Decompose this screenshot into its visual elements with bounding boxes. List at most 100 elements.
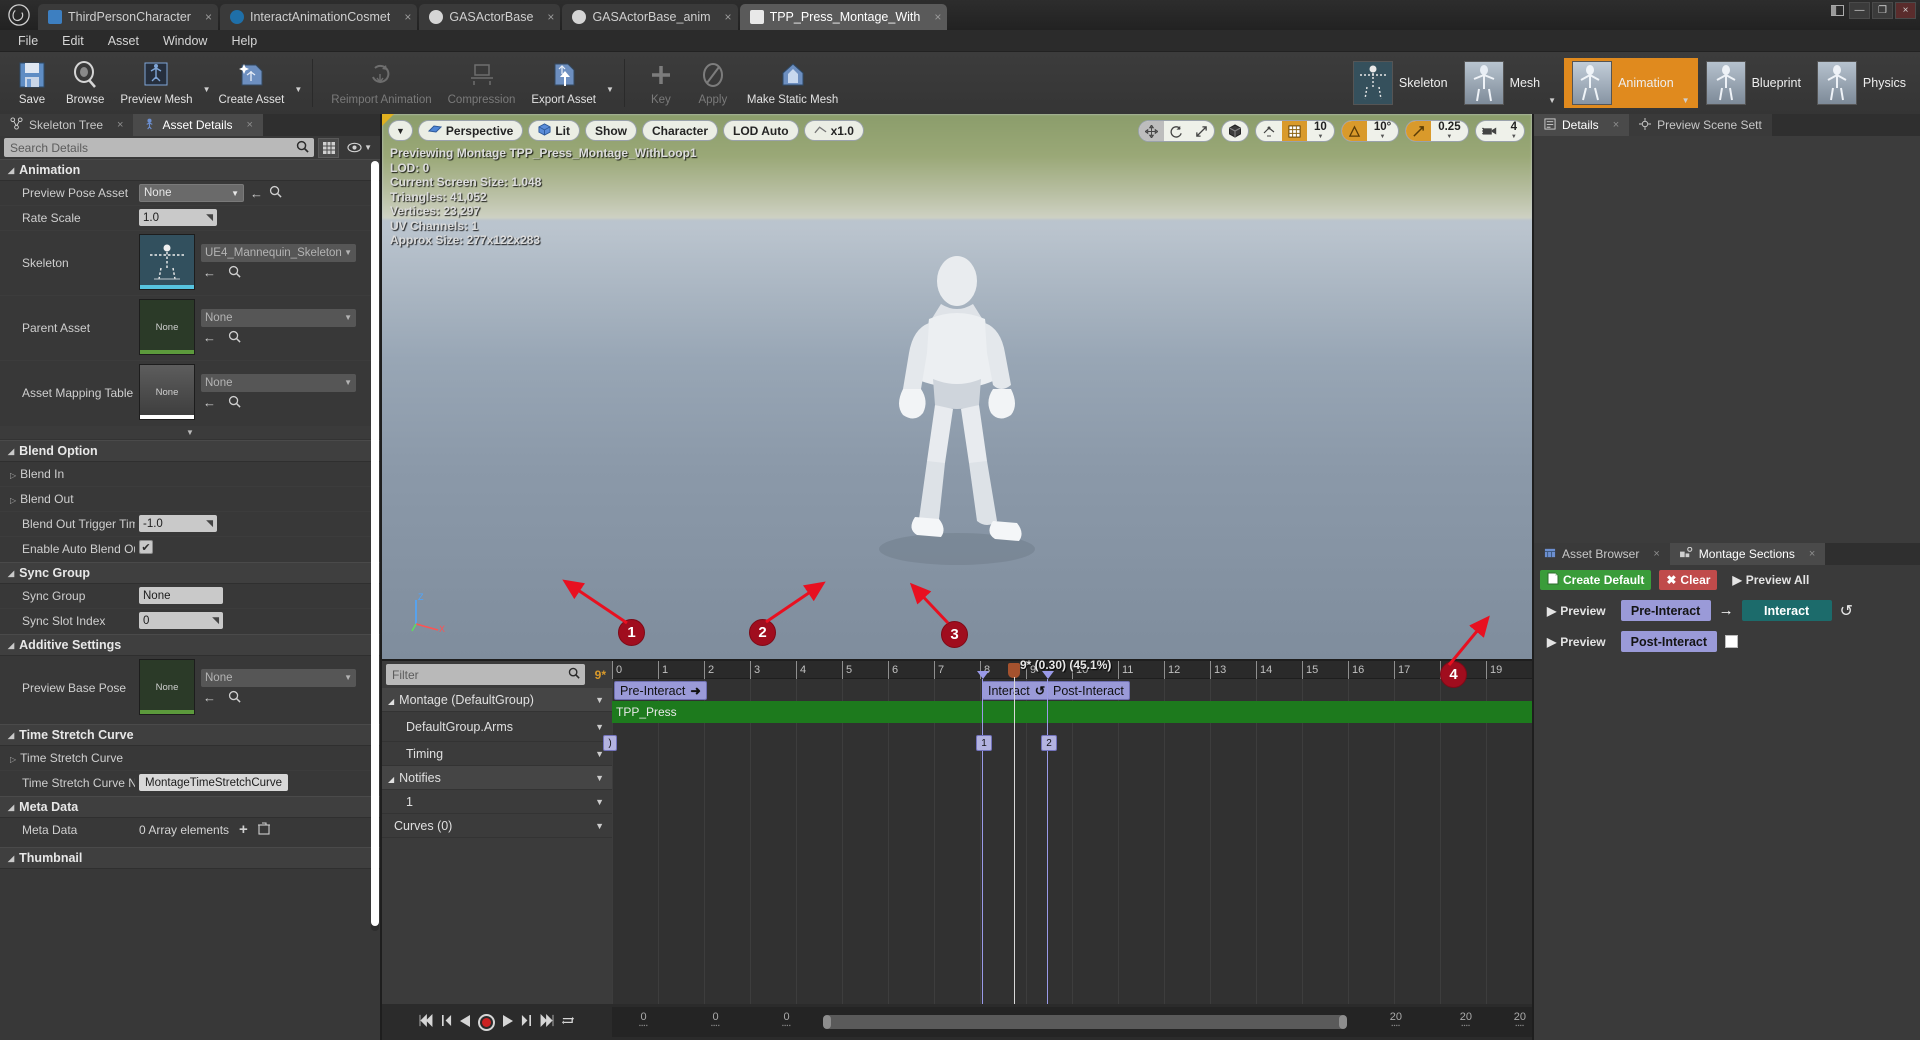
browse-search-icon[interactable] xyxy=(228,690,241,706)
rate-scale-input[interactable]: 1.0 ◥ xyxy=(139,209,217,226)
category-additive-settings[interactable]: ◢ Additive Settings xyxy=(0,634,380,656)
preview-viewport[interactable]: ▼ Perspective Lit Show Character LOD Aut… xyxy=(382,114,1532,659)
layout-icon[interactable] xyxy=(1827,2,1847,19)
close-icon[interactable]: × xyxy=(404,10,411,24)
mode-physics[interactable]: Physics xyxy=(1809,58,1914,108)
angle-snap-value[interactable]: 10° ▼ xyxy=(1367,121,1398,141)
asset-mapping-table-ref[interactable]: None ▼ xyxy=(201,373,356,392)
track-curves[interactable]: Curves (0) ▼ xyxy=(382,814,612,838)
right-details-body[interactable] xyxy=(1534,136,1920,556)
viewport-lit-button[interactable]: Lit xyxy=(528,120,580,141)
mode-blueprint[interactable]: Blueprint xyxy=(1698,58,1809,108)
timeline-filter-input[interactable]: Filter xyxy=(386,664,585,685)
category-blend-option[interactable]: ◢ Blend Option xyxy=(0,440,380,462)
world-space-icon[interactable] xyxy=(1222,121,1248,141)
display-options-button[interactable] xyxy=(318,137,340,158)
visibility-filter-button[interactable]: ▼ xyxy=(343,142,376,153)
section-marker-head[interactable] xyxy=(977,671,989,679)
chevron-down-icon[interactable]: ▼ xyxy=(294,85,302,114)
close-icon[interactable]: × xyxy=(725,10,732,24)
viewport-perspective-button[interactable]: Perspective xyxy=(417,120,524,141)
reimport-animation-button[interactable]: Reimport Animation xyxy=(323,54,439,112)
chevron-down-icon[interactable]: ▼ xyxy=(1682,96,1690,105)
montage-section-tag-pre-interact[interactable]: Pre-Interact ➜ xyxy=(614,681,707,700)
chevron-down-icon[interactable]: ▼ xyxy=(203,85,211,114)
tab-asset-browser[interactable]: Asset Browser × xyxy=(1534,543,1670,565)
apply-button[interactable]: Apply xyxy=(687,54,739,112)
drag-handle-icon[interactable]: ◥ xyxy=(212,615,219,626)
close-icon[interactable]: × xyxy=(117,119,123,131)
category-meta-data[interactable]: ◢ Meta Data xyxy=(0,796,380,818)
browse-search-icon[interactable] xyxy=(228,395,241,411)
scale-snap-toggle[interactable] xyxy=(1406,121,1432,141)
next-section-button-interact[interactable]: Interact xyxy=(1741,600,1832,621)
skeleton-asset-ref[interactable]: UE4_Mannequin_Skeleton ▼ xyxy=(201,243,356,262)
maximize-button[interactable]: ❐ xyxy=(1872,2,1893,19)
tab-montage-sections[interactable]: Montage Sections × xyxy=(1669,543,1826,565)
sync-slot-index-input[interactable]: 0 ◥ xyxy=(139,612,223,629)
close-icon[interactable]: × xyxy=(205,10,212,24)
window-tab-active[interactable]: TPP_Press_Montage_With × xyxy=(739,4,948,30)
category-sync-group[interactable]: ◢ Sync Group xyxy=(0,562,380,584)
expand-icon[interactable]: ▷ xyxy=(10,471,16,480)
tab-preview-scene-settings[interactable]: Preview Scene Sett xyxy=(1629,114,1772,136)
close-icon[interactable]: × xyxy=(547,10,554,24)
browse-search-icon[interactable] xyxy=(228,265,241,281)
step-back-icon[interactable] xyxy=(441,1014,452,1030)
track-defaultgroup-arms[interactable]: DefaultGroup.Arms ▼ xyxy=(382,712,612,742)
skip-end-icon[interactable] xyxy=(539,1014,554,1030)
browse-search-icon[interactable] xyxy=(269,185,282,201)
asset-mapping-table-thumbnail[interactable]: None xyxy=(139,364,195,420)
notify-marker-zero[interactable]: ) xyxy=(603,735,617,751)
compression-button[interactable]: Compression xyxy=(440,54,524,112)
sync-group-input[interactable]: None xyxy=(139,587,223,604)
category-time-stretch-curve[interactable]: ◢ Time Stretch Curve xyxy=(0,724,380,746)
details-scroll-area[interactable]: ◢ Animation Preview Pose Asset None ▼ ← … xyxy=(0,159,380,1039)
add-element-icon[interactable]: + xyxy=(239,821,248,838)
close-icon[interactable]: × xyxy=(934,10,941,24)
chevron-down-icon[interactable]: ▼ xyxy=(606,85,614,114)
reset-arrow-icon[interactable]: ← xyxy=(203,330,216,346)
reset-arrow-icon[interactable]: ← xyxy=(250,186,263,201)
camera-speed-value[interactable]: 4 ▼ xyxy=(1504,121,1524,141)
close-icon[interactable]: × xyxy=(1809,548,1815,560)
loop-icon[interactable]: ↺ xyxy=(1840,601,1853,621)
angle-snap-toggle[interactable] xyxy=(1341,121,1367,141)
mode-skeleton[interactable]: Skeleton xyxy=(1345,58,1456,108)
preview-section-button[interactable]: ▶ Preview xyxy=(1540,601,1613,621)
parent-asset-ref[interactable]: None ▼ xyxy=(201,308,356,327)
browse-search-icon[interactable] xyxy=(228,330,241,346)
track-notifies[interactable]: ◢ Notifies ▼ xyxy=(382,766,612,790)
preview-mesh-button[interactable]: Preview Mesh xyxy=(112,54,200,112)
clear-button[interactable]: ✖ Clear xyxy=(1659,570,1718,590)
viewport-playrate-button[interactable]: x1.0 xyxy=(803,120,864,141)
window-tab[interactable]: GASActorBase_anim × xyxy=(562,4,738,30)
reset-arrow-icon[interactable]: ← xyxy=(203,265,216,281)
category-animation[interactable]: ◢ Animation xyxy=(0,159,380,181)
timeline-horizontal-scrollbar[interactable]: 0 ▪▪▪▪ 0 ▪▪▪▪ 0 ▪▪▪▪ 20 ▪▪▪▪ 20 ▪▪▪▪ 20 ▪▪▪▪ xyxy=(612,1007,1532,1037)
chevron-down-icon[interactable]: ▼ xyxy=(595,773,604,783)
chevron-down-icon[interactable]: ▼ xyxy=(595,797,604,807)
tab-details[interactable]: Details × xyxy=(1534,114,1630,136)
tab-asset-details[interactable]: Asset Details × xyxy=(133,114,263,136)
chevron-down-icon[interactable]: ▼ xyxy=(1548,96,1556,105)
menu-item-file[interactable]: File xyxy=(8,32,48,50)
menu-item-edit[interactable]: Edit xyxy=(52,32,94,50)
minimize-button[interactable]: — xyxy=(1849,2,1870,19)
browse-button[interactable]: Browse xyxy=(58,54,112,112)
grid-snap-value[interactable]: 10 ▼ xyxy=(1307,121,1334,141)
timeline-grid[interactable]: 0 1 2 3 4 5 6 7 8 9 10 11 12 13 14 15 16… xyxy=(603,658,1532,1040)
window-tab[interactable]: InteractAnimationCosmet × xyxy=(219,4,418,30)
expand-icon[interactable]: ▷ xyxy=(10,755,16,764)
rotate-icon[interactable] xyxy=(1164,121,1189,141)
drag-handle-icon[interactable]: ◥ xyxy=(206,212,213,223)
create-default-button[interactable]: Create Default xyxy=(1540,570,1652,590)
menu-item-window[interactable]: Window xyxy=(153,32,217,50)
expand-section-handle[interactable]: ▼ xyxy=(0,426,380,440)
skeleton-thumbnail[interactable] xyxy=(139,234,195,290)
export-asset-button[interactable]: Export Asset xyxy=(523,54,604,112)
grid-snap-toggle[interactable] xyxy=(1282,121,1308,141)
viewport-lod-button[interactable]: LOD Auto xyxy=(723,120,799,141)
camera-icon[interactable] xyxy=(1476,121,1504,141)
notify-marker[interactable]: 1 xyxy=(976,735,992,751)
